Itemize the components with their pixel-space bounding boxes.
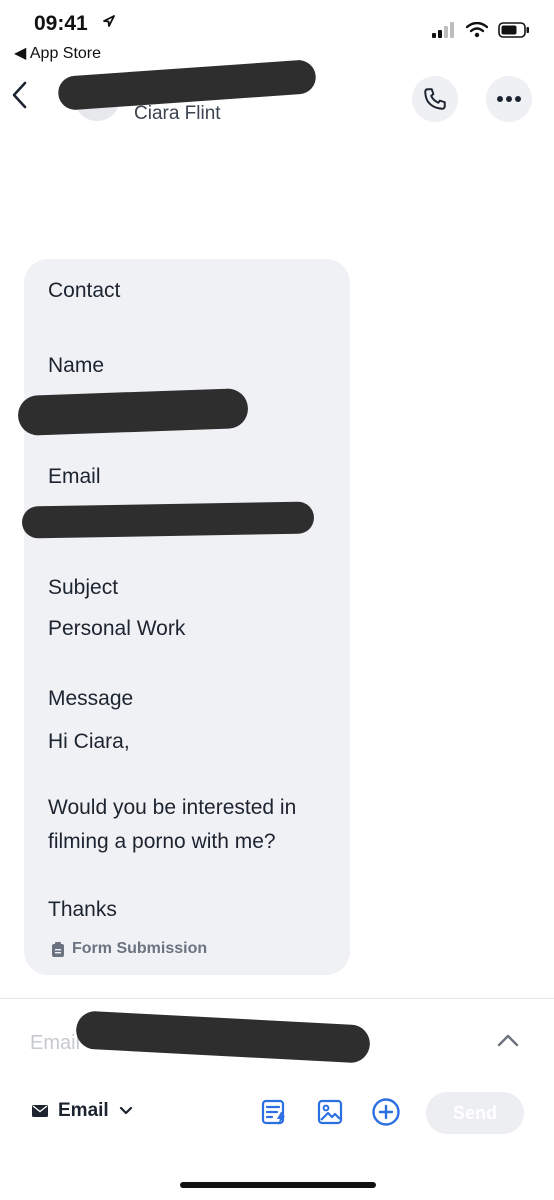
message-label: Message bbox=[48, 687, 134, 710]
chevron-down-icon bbox=[119, 1106, 132, 1115]
message-line: Thanks bbox=[48, 898, 117, 921]
clipboard-icon bbox=[52, 941, 64, 957]
message-line: filming a porno with me? bbox=[48, 830, 276, 853]
chevron-up-icon[interactable] bbox=[496, 1032, 520, 1048]
redacted-name-value bbox=[17, 387, 249, 437]
subject-value: Personal Work bbox=[48, 617, 186, 640]
more-options-button[interactable] bbox=[486, 76, 532, 122]
add-button[interactable] bbox=[370, 1096, 402, 1128]
quick-reply-button[interactable] bbox=[258, 1096, 290, 1128]
cellular-signal-icon bbox=[432, 22, 454, 38]
battery-icon bbox=[498, 22, 529, 38]
call-button[interactable] bbox=[412, 76, 458, 122]
home-indicator bbox=[180, 1182, 376, 1188]
email-compose-input[interactable]: Email bbox=[30, 1032, 80, 1055]
status-indicators bbox=[432, 22, 530, 38]
name-label: Name bbox=[48, 354, 105, 377]
contact-heading: Contact bbox=[48, 279, 121, 302]
subject-label: Subject bbox=[48, 576, 119, 599]
message-line: Would you be interested in bbox=[48, 796, 297, 819]
channel-selector[interactable]: Email bbox=[32, 1100, 133, 1122]
form-submission-tag: Form Submission bbox=[52, 940, 207, 958]
quick-reply-icon bbox=[261, 1099, 285, 1125]
status-time: 09:41 bbox=[34, 12, 88, 35]
plus-circle-icon bbox=[372, 1098, 400, 1126]
send-button[interactable]: Send bbox=[426, 1092, 524, 1134]
ellipsis-icon bbox=[497, 96, 521, 102]
channel-label: Email bbox=[58, 1100, 109, 1121]
form-submission-label: Form Submission bbox=[72, 940, 208, 957]
contact-name: Ciara Flint bbox=[134, 103, 221, 124]
chevron-left-icon[interactable] bbox=[10, 80, 30, 110]
email-label: Email bbox=[48, 465, 101, 488]
redacted-recipient bbox=[75, 1010, 371, 1064]
back-to-app-store-link[interactable]: ◀ App Store bbox=[14, 43, 101, 63]
image-icon bbox=[317, 1099, 343, 1125]
phone-icon bbox=[424, 88, 446, 110]
envelope-icon bbox=[32, 1105, 48, 1117]
location-arrow-icon bbox=[103, 15, 115, 27]
composer-divider bbox=[0, 998, 554, 999]
attach-image-button[interactable] bbox=[314, 1096, 346, 1128]
message-line: Hi Ciara, bbox=[48, 730, 130, 753]
redacted-email-value bbox=[21, 501, 315, 539]
wifi-icon bbox=[466, 22, 488, 38]
